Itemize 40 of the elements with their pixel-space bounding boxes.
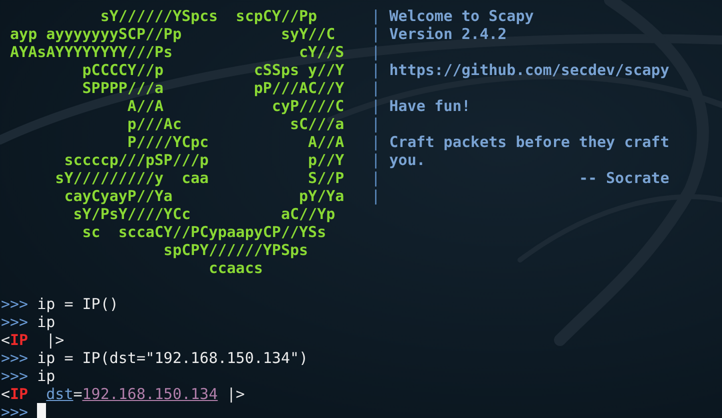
- ascii-art-line: p///Ac sC///a: [127, 115, 344, 133]
- pipe-character: |: [371, 187, 380, 205]
- ascii-art-line: A//A cyP////C: [127, 97, 344, 115]
- pipe-character: |: [371, 151, 380, 169]
- ascii-art-line: AYAsAYYYYYYYY///Ps cY//S: [10, 43, 344, 61]
- ascii-art-line: sc sccaCY//PCypaapyCP//YSs: [82, 223, 326, 241]
- ascii-art-line: ccaacs: [208, 259, 263, 277]
- pipe-character: |: [371, 43, 380, 61]
- command-line: >>> ip = IP(dst="192.168.150.134"): [1, 349, 308, 367]
- banner-text: you.: [389, 151, 426, 169]
- banner-text: https://github.com/secdev/scapy: [389, 61, 670, 79]
- ascii-art-line: spCPY//////YPSps: [164, 241, 308, 259]
- ascii-art-line: ayp ayyyyyyySCP//Pp syY//C: [10, 25, 336, 43]
- ascii-art-line: sY/PsY////YCc aC//Yp: [73, 205, 336, 223]
- pipe-character: |: [371, 97, 380, 115]
- pipe-character: |: [371, 79, 380, 97]
- ascii-art-line: sY/////////y caa S//P: [55, 169, 344, 187]
- packet-output: <IP dst=192.168.150.134 |>: [1, 385, 245, 403]
- pipe-character: |: [371, 7, 380, 25]
- ascii-art-line: sccccp///pSP///p p//Y: [64, 151, 344, 169]
- ascii-art-line: P////YCpc A//A: [127, 133, 344, 151]
- banner-text: Version 2.4.2: [389, 25, 507, 43]
- ascii-art-line: SPPPP///a pP///AC//Y: [82, 79, 344, 97]
- pipe-character: |: [371, 61, 380, 79]
- ascii-art-line: sY//////YSpcs scpCY//Pp: [100, 7, 318, 25]
- packet-output: <IP |>: [1, 331, 64, 349]
- pipe-character: |: [371, 25, 380, 43]
- ascii-art-line: cayCyayP//Ya pY/Ya: [64, 187, 344, 205]
- pipe-character: |: [371, 115, 380, 133]
- banner-text: Welcome to Scapy: [389, 7, 534, 25]
- banner-text: -- Socrate: [578, 169, 670, 187]
- banner-text: Have fun!: [389, 97, 471, 115]
- prompt: >>>: [1, 403, 28, 418]
- pipe-character: |: [371, 133, 380, 151]
- pipe-character: |: [371, 169, 380, 187]
- command-line: >>> ip = IP(): [1, 295, 118, 313]
- ascii-art-line: pCCCCY//p cSSps y//Y: [82, 61, 344, 79]
- command-line: >>> ip: [1, 313, 56, 331]
- banner-text: Craft packets before they craft: [389, 133, 670, 151]
- command-line: >>> ip: [1, 367, 56, 385]
